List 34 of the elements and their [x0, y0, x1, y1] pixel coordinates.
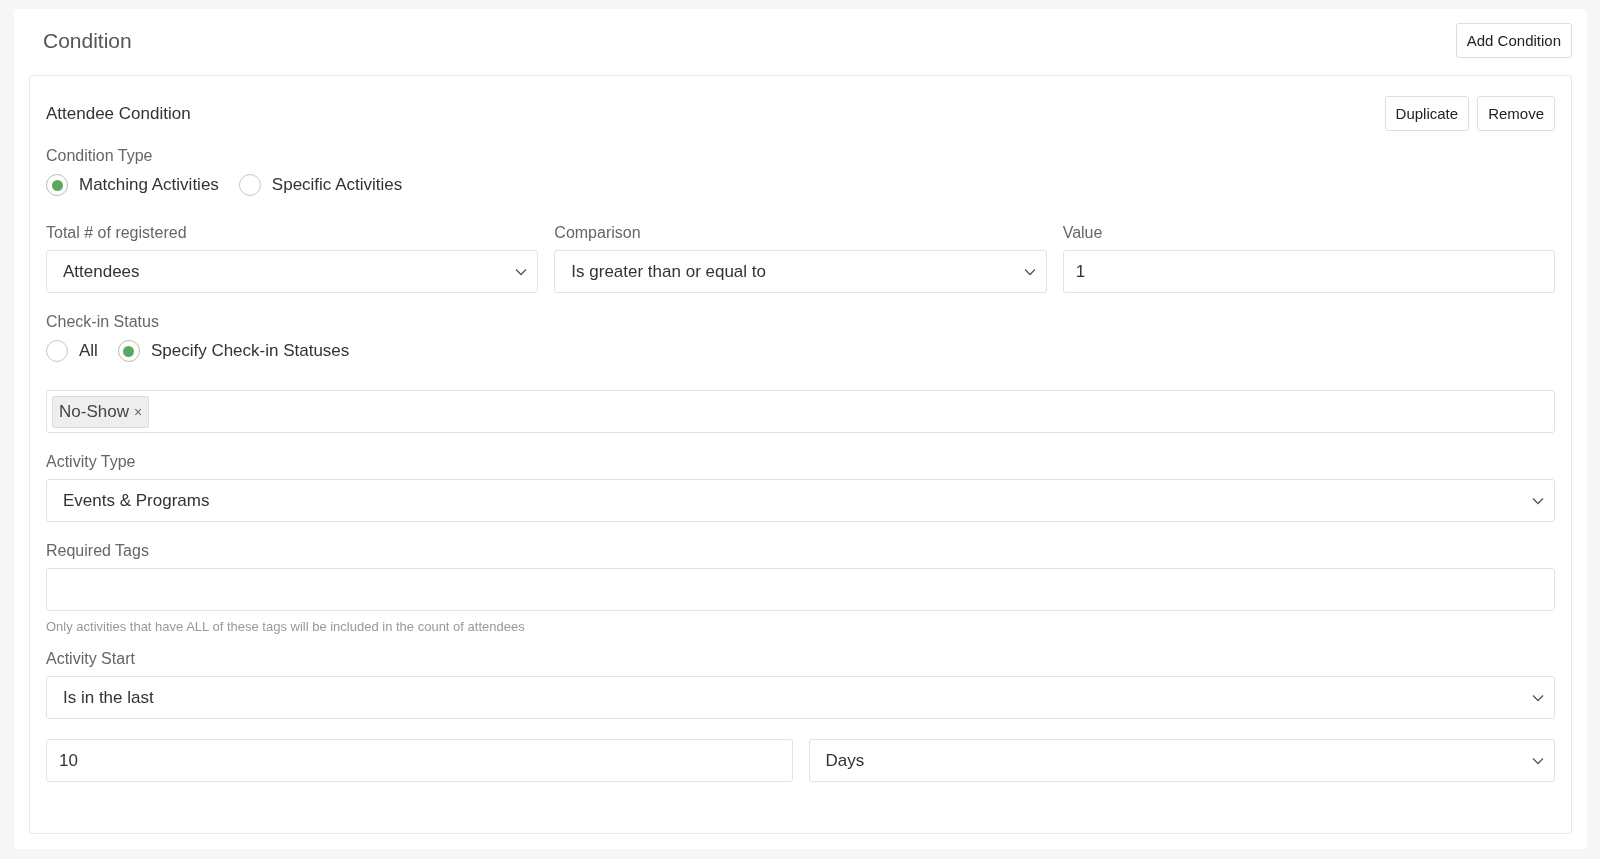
radio-label[interactable]: Specify Check-in Statuses [150, 341, 350, 361]
field-label: Condition Type [46, 147, 154, 165]
card-title: Attendee Condition [46, 103, 191, 124]
field-label: Value [1062, 224, 1104, 242]
card-action-button[interactable]: Duplicate [1384, 96, 1470, 131]
tag-input-field[interactable] [46, 568, 1555, 611]
tag-input-field[interactable]: No-Show × [46, 390, 1555, 433]
field-label: Check-in Status [46, 313, 160, 331]
chevron-down-icon [1023, 267, 1036, 276]
radio-label[interactable]: All [79, 341, 98, 361]
field-label: Required Tags [46, 542, 150, 560]
remove-tag-button[interactable]: × [133, 403, 143, 420]
input-field[interactable]: 10 [46, 739, 793, 782]
chevron-down-icon [1532, 693, 1544, 702]
input-field[interactable]: 1 [1062, 250, 1555, 293]
add-condition-button[interactable]: Add Condition [1455, 23, 1572, 58]
select-field[interactable]: Days [808, 739, 1555, 782]
chevron-down-icon [1532, 496, 1544, 505]
chevron-down-icon [515, 267, 528, 276]
field-label: Total # of registered [46, 224, 188, 242]
field-label: Activity Start [46, 650, 136, 668]
card-action-button[interactable]: Remove [1477, 96, 1555, 131]
radio-label[interactable]: Specific Activities [271, 175, 403, 195]
radio-label[interactable]: Matching Activities [79, 175, 219, 195]
select-field[interactable]: Events & Programs [46, 479, 1555, 522]
field-label: Activity Type [46, 453, 137, 471]
tag-chip: No-Show × [52, 395, 150, 428]
select-field[interactable]: Is in the last [46, 676, 1555, 719]
help-text: Only activities that have ALL of these tags will be included in the count of attendees [46, 619, 526, 634]
select-field[interactable]: Attendees [46, 250, 539, 293]
select-field[interactable]: Is greater than or equal to [554, 250, 1047, 293]
chevron-down-icon [1532, 756, 1544, 765]
field-label: Comparison [554, 224, 642, 242]
section-title: Condition [43, 28, 132, 53]
